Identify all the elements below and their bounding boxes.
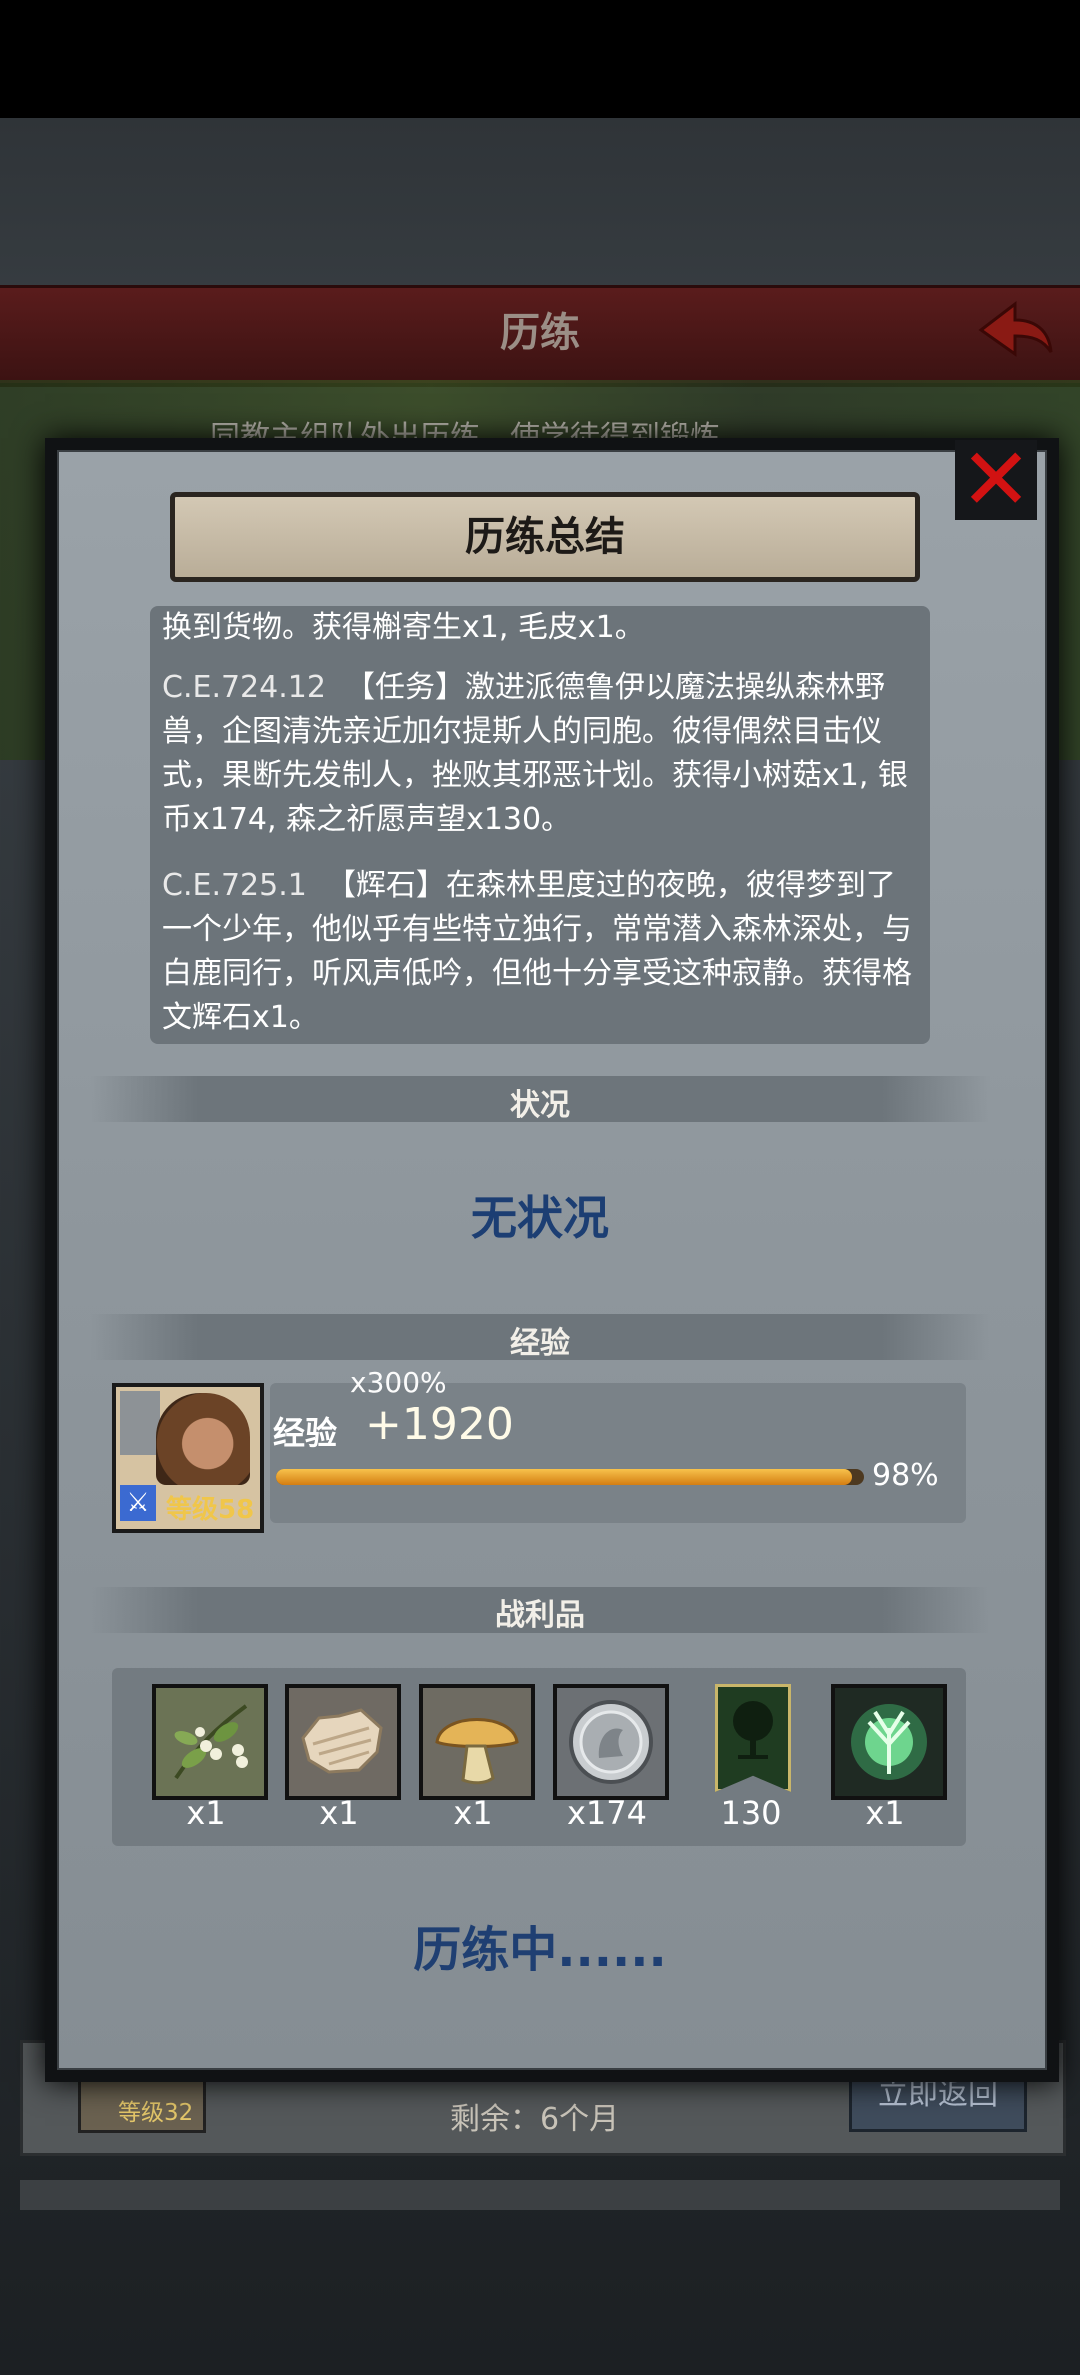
- exp-label: 经验: [273, 1414, 338, 1452]
- loot-count: x1: [319, 1794, 359, 1832]
- exp-gained: +1920: [365, 1399, 514, 1450]
- close-button[interactable]: ✕: [955, 430, 1037, 530]
- mushroom-icon[interactable]: [419, 1684, 535, 1800]
- status-bar: [0, 0, 1080, 118]
- background-title: 历练: [500, 310, 580, 356]
- close-icon: ✕: [959, 430, 1033, 530]
- exp-multiplier: x300%: [350, 1366, 447, 1399]
- exp-header: 经验: [510, 1326, 570, 1361]
- remaining-time: 剩余：6个月: [450, 2102, 620, 2137]
- log-entry-text: 换到货物。获得槲寄生x1, 毛皮x1。: [162, 610, 645, 645]
- mistletoe-icon[interactable]: [152, 1684, 268, 1800]
- training-status: 历练中......: [413, 1922, 667, 1978]
- back-arrow-icon[interactable]: [975, 296, 1055, 366]
- log-entry-date: C.E.724.12: [162, 670, 326, 705]
- loot-count: x1: [186, 1794, 226, 1832]
- dialog-title: 历练总结: [465, 514, 625, 560]
- glowing-stone-icon[interactable]: [831, 1684, 947, 1800]
- loot-header: 战利品: [495, 1598, 585, 1633]
- hero-avatar[interactable]: ⚔ 等级58: [112, 1383, 264, 1533]
- log-entry: 换到货物。获得槲寄生x1, 毛皮x1。: [162, 606, 918, 650]
- status-header: 状况: [510, 1088, 570, 1123]
- flag-icon: [120, 1391, 160, 1455]
- log-entry: C.E.725.1 【辉石】在森林里度过的夜晚，彼得梦到了一个少年，他似乎有些特…: [162, 864, 918, 1040]
- level-badge: 等级32: [118, 2100, 194, 2126]
- exp-progress-bar: [276, 1469, 864, 1485]
- title-banner: 历练总结: [170, 492, 920, 582]
- log-entry-date: C.E.725.1: [162, 868, 307, 903]
- loot-count: x1: [865, 1794, 905, 1832]
- sword-icon: ⚔: [120, 1485, 156, 1521]
- status-value: 无状况: [471, 1191, 609, 1245]
- loot-count: x1: [453, 1794, 493, 1832]
- silver-coin-icon[interactable]: [553, 1684, 669, 1800]
- exp-percent: 98%: [872, 1458, 939, 1493]
- log-entry: C.E.724.12 【任务】激进派德鲁伊以魔法操纵森林野兽，企图清洗亲近加尔提…: [162, 666, 918, 842]
- background-strip: [20, 2180, 1060, 2210]
- loot-count: 130: [720, 1794, 782, 1832]
- exp-progress-fill: [276, 1469, 853, 1485]
- hero-level: 等级58: [166, 1495, 255, 1525]
- fur-icon[interactable]: [285, 1684, 401, 1800]
- loot-count: x174: [566, 1794, 647, 1832]
- hero-portrait: [156, 1393, 250, 1485]
